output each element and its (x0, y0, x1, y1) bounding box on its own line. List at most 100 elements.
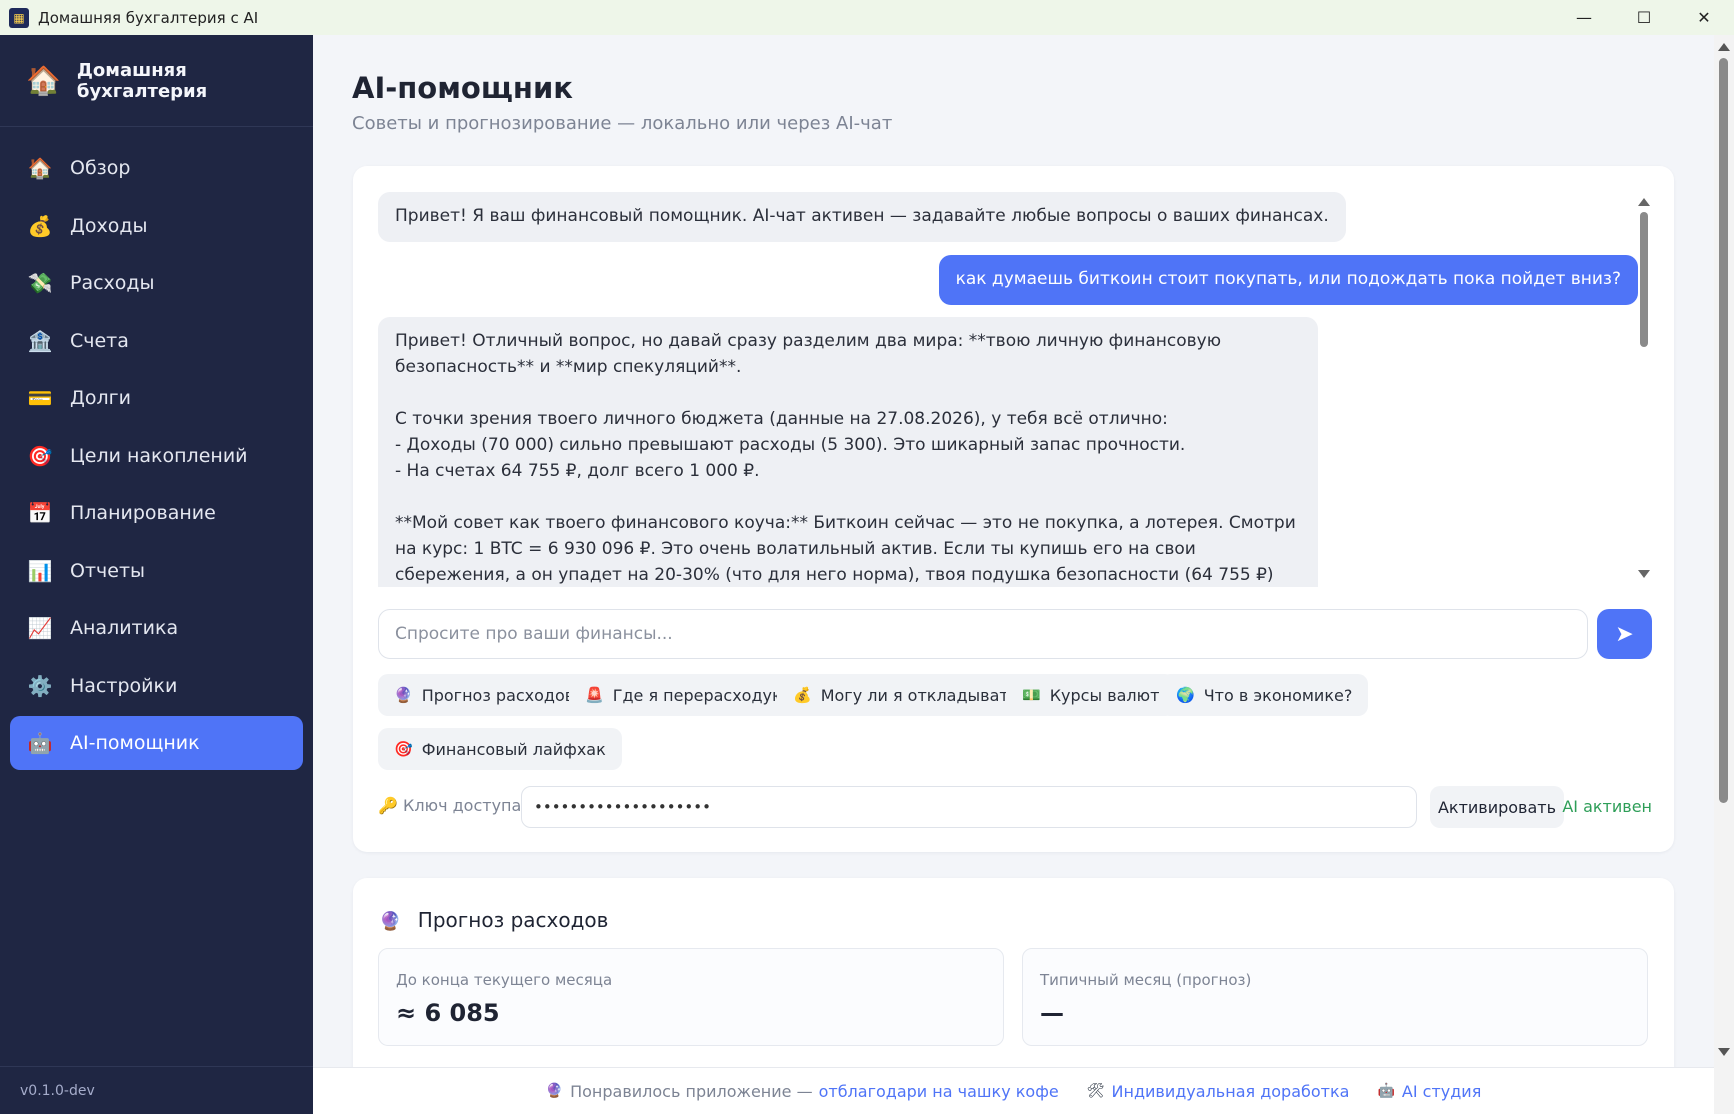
window-controls: — ☐ ✕ (1554, 0, 1734, 35)
money-bag-icon: 💰 (793, 686, 812, 704)
page-title: AI-помощник (352, 71, 573, 105)
forecast-typical-value: — (1040, 999, 1064, 1027)
key-icon: 🔑 (378, 796, 398, 815)
chat-input[interactable] (378, 609, 1588, 659)
robot-icon: 🤖 (1377, 1083, 1395, 1099)
robot-icon: 🤖 (27, 731, 53, 755)
forecast-typical-label: Типичный месяц (прогноз) (1040, 971, 1252, 989)
footer-studio: 🤖 AI студия (1377, 1082, 1481, 1101)
money-bag-icon: 💰 (27, 213, 53, 238)
crystal-ball-icon: 🔮 (394, 686, 413, 704)
target-icon: 🎯 (27, 443, 53, 468)
activate-button[interactable]: Активировать (1430, 786, 1564, 828)
trend-chart-icon: 📈 (27, 616, 53, 640)
tools-icon: 🛠 (1086, 1083, 1105, 1099)
sidebar: 🏠 Домашняя бухгалтерия 🏠 Обзор 💰 Доходы … (0, 35, 313, 1114)
sidebar-item-planning[interactable]: 📅 Планирование (10, 486, 303, 540)
forecast-current-month: До конца текущего месяца ≈ 6 085 (378, 948, 1004, 1046)
access-key-row: 🔑 Ключ доступа: Активировать AI активен (378, 786, 1652, 828)
quick-action-lifehack[interactable]: 🎯 Финансовый лайфхак (378, 728, 622, 770)
credit-card-icon: 💳 (27, 386, 53, 410)
send-icon: ➤ (1615, 621, 1634, 647)
brand: 🏠 Домашняя бухгалтерия (0, 35, 313, 127)
sidebar-nav: 🏠 Обзор 💰 Доходы 💸 Расходы 🏦 Счета 💳 Дол… (0, 127, 313, 770)
page-subtitle: Советы и прогнозирование — локально или … (352, 113, 893, 134)
main-content: AI-помощник Советы и прогнозирование — л… (313, 35, 1714, 1067)
chip-label: Где я перерасходую? (612, 685, 794, 705)
banknote-icon: 💵 (1022, 686, 1041, 704)
sidebar-item-ai-assistant[interactable]: 🤖 AI-помощник (10, 716, 303, 770)
chip-label: Курсы валют (1049, 685, 1160, 705)
sidebar-item-analytics[interactable]: 📈 Аналитика (10, 601, 303, 655)
close-button[interactable]: ✕ (1674, 0, 1734, 35)
footer-support: 🔮 Понравилось приложение — отблагодари н… (546, 1082, 1059, 1101)
scroll-down-arrow-icon[interactable] (1638, 570, 1650, 578)
bot-message: Привет! Я ваш финансовый помощник. AI-ча… (378, 192, 1346, 242)
quick-action-overspend[interactable]: 🚨 Где я перерасходую? (569, 674, 810, 716)
forecast-current-value: ≈ 6 085 (396, 999, 500, 1027)
globe-icon: 🌍 (1176, 686, 1195, 704)
chat-messages[interactable]: Привет! Я ваш финансовый помощник. AI-ча… (378, 192, 1638, 587)
quick-action-forecast[interactable]: 🔮 Прогноз расходов (378, 674, 591, 716)
sidebar-item-label: Отчеты (70, 559, 146, 582)
footer-custom: 🛠 Индивидуальная доработка (1087, 1082, 1350, 1101)
quick-action-currency[interactable]: 💵 Курсы валют (1006, 674, 1176, 716)
send-button[interactable]: ➤ (1597, 609, 1652, 659)
custom-development-link[interactable]: Индивидуальная доработка (1112, 1082, 1350, 1101)
chip-label: Прогноз расходов (421, 685, 575, 705)
quick-action-economy[interactable]: 🌍 Что в экономике? (1160, 674, 1369, 716)
sidebar-item-label: Счета (70, 329, 129, 352)
sidebar-item-debts[interactable]: 💳 Долги (10, 371, 303, 425)
app-icon: ▦ (9, 7, 29, 28)
scrollbar-thumb[interactable] (1640, 212, 1648, 347)
brand-title: Домашняя бухгалтерия (76, 59, 208, 102)
scroll-down-arrow-icon[interactable] (1718, 1048, 1730, 1056)
calendar-icon: 📅 (27, 501, 53, 525)
sidebar-item-accounts[interactable]: 🏦 Счета (10, 314, 303, 368)
sidebar-item-label: Долги (70, 387, 131, 409)
chat-input-row: ➤ (378, 609, 1652, 659)
money-wings-icon: 💸 (27, 271, 53, 295)
access-key-input[interactable] (521, 786, 1417, 828)
window-title: Домашняя бухгалтерия с AI (38, 8, 259, 27)
bot-message: Привет! Отличный вопрос, но давай сразу … (378, 317, 1318, 587)
crystal-ball-icon: 🔮 (379, 911, 402, 932)
sidebar-item-label: Аналитика (70, 617, 179, 639)
bank-icon: 🏦 (27, 328, 53, 353)
ai-status-badge: AI активен (1562, 797, 1652, 816)
footer-support-text: Понравилось приложение — (570, 1081, 813, 1101)
quick-action-savings[interactable]: 💰 Могу ли я откладывать? (777, 674, 1043, 716)
target-icon: 🎯 (394, 740, 413, 758)
sidebar-item-label: Настройки (70, 674, 178, 697)
chat-card: Привет! Я ваш финансовый помощник. AI-ча… (353, 166, 1674, 852)
bar-chart-icon: 📊 (27, 558, 53, 583)
chat-scrollbar[interactable] (1637, 192, 1651, 584)
window-scrollbar[interactable] (1714, 35, 1734, 1114)
window-titlebar: ▦ Домашняя бухгалтерия с AI — ☐ ✕ (0, 0, 1734, 35)
minimize-button[interactable]: — (1554, 0, 1614, 35)
chip-label: Финансовый лайфхак (421, 739, 606, 759)
sidebar-item-income[interactable]: 💰 Доходы (10, 199, 303, 253)
sidebar-item-reports[interactable]: 📊 Отчеты (10, 544, 303, 598)
sidebar-item-label: Расходы (70, 272, 155, 294)
sidebar-item-label: Планирование (70, 502, 216, 524)
access-key-label: 🔑 Ключ доступа: (378, 796, 527, 815)
sidebar-item-expenses[interactable]: 💸 Расходы (10, 256, 303, 310)
footer: 🔮 Понравилось приложение — отблагодари н… (313, 1067, 1714, 1114)
forecast-title: 🔮 Прогноз расходов (379, 908, 609, 932)
sidebar-item-overview[interactable]: 🏠 Обзор (10, 141, 303, 195)
scroll-up-arrow-icon[interactable] (1718, 43, 1730, 51)
sidebar-item-savings-goals[interactable]: 🎯 Цели накоплений (10, 429, 303, 483)
forecast-typical-month: Типичный месяц (прогноз) — (1022, 948, 1648, 1046)
coffee-link[interactable]: отблагодари на чашку кофе (819, 1082, 1059, 1101)
scrollbar-thumb[interactable] (1719, 58, 1728, 803)
crystal-ball-icon: 🔮 (545, 1083, 564, 1099)
ai-studio-link[interactable]: AI студия (1402, 1082, 1481, 1101)
app-version: v0.1.0-dev (0, 1066, 313, 1114)
forecast-card: 🔮 Прогноз расходов До конца текущего мес… (353, 878, 1674, 1067)
forecast-current-label: До конца текущего месяца (396, 971, 613, 989)
sidebar-item-label: Обзор (70, 157, 131, 179)
sidebar-item-settings[interactable]: ⚙️ Настройки (10, 659, 303, 713)
scroll-up-arrow-icon[interactable] (1638, 198, 1650, 206)
maximize-button[interactable]: ☐ (1614, 0, 1674, 35)
